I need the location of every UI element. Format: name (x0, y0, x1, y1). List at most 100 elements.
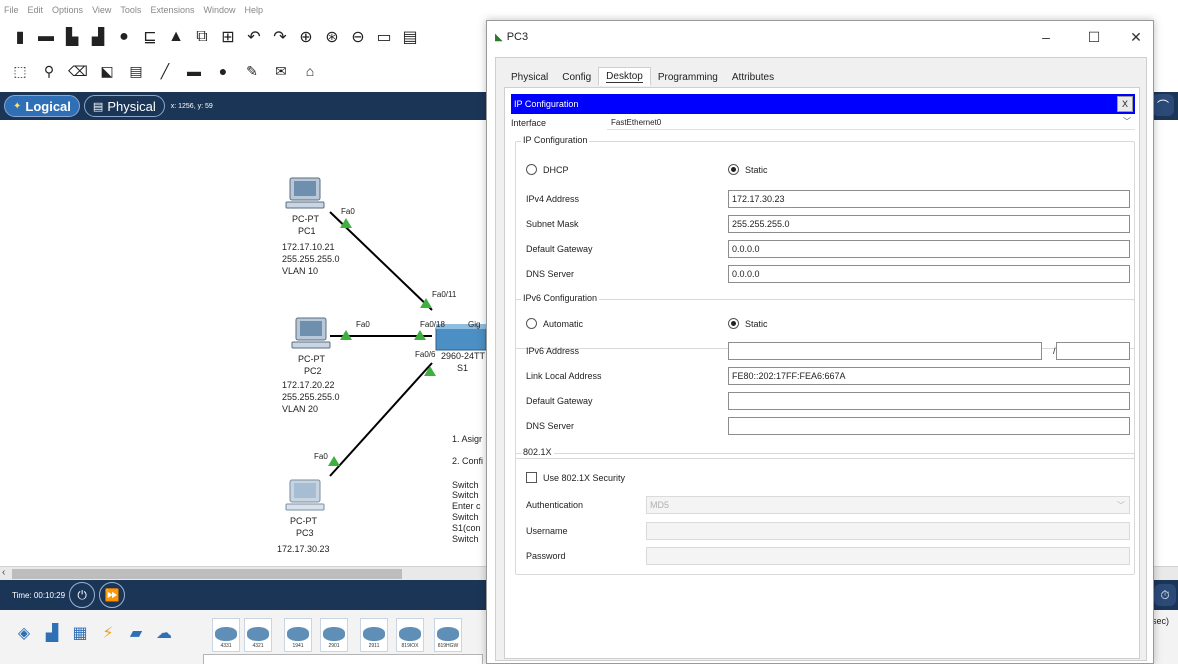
close-icon[interactable]: ✕ (1119, 25, 1153, 49)
delete-icon[interactable]: ⌫ (68, 61, 88, 81)
drawing-palette-icon[interactable]: ▭ (374, 27, 394, 47)
scrollbar-thumb[interactable] (12, 569, 402, 579)
place-note-icon[interactable]: ▤ (126, 61, 146, 81)
connections-icon[interactable]: ⚡ (96, 622, 120, 644)
ipv4-default-gateway-field[interactable]: 0.0.0.0 (728, 240, 1130, 258)
menu-tools[interactable]: Tools (120, 5, 141, 15)
menu-view[interactable]: View (92, 5, 111, 15)
router-model-2901[interactable]: 2901 (320, 618, 348, 652)
menu-window[interactable]: Window (203, 5, 235, 15)
ipv6-prefix-length-field[interactable] (1056, 342, 1130, 360)
ipv4-address-field[interactable]: 172.17.30.23 (728, 190, 1130, 208)
menu-options[interactable]: Options (52, 5, 83, 15)
pc2-mask-note: 255.255.255.0 (282, 392, 340, 402)
print-icon[interactable]: ▟ (88, 27, 108, 47)
interface-select[interactable]: FastEthernet0 ﹀ (607, 116, 1135, 130)
open-folder-icon[interactable]: ▬ (36, 27, 56, 47)
ipv4-static-radio[interactable]: Static (728, 164, 768, 175)
ipv6-automatic-radio[interactable]: Automatic (526, 318, 583, 329)
authentication-label: Authentication (526, 500, 584, 510)
authentication-select[interactable]: MD5 ﹀ (646, 496, 1130, 514)
end-devices-icon[interactable]: ▟ (40, 622, 64, 644)
router-model-4331[interactable]: 4331 (212, 618, 240, 652)
redo-icon[interactable]: ↷ (270, 27, 290, 47)
ipv6-static-radio[interactable]: Static (728, 318, 768, 329)
window-titlebar[interactable]: ◣ PC3 – ☐ ✕ (487, 21, 1153, 53)
pc3-ip-note: 172.17.30.23 (277, 544, 330, 554)
common-tools-bar: ⬚ ⚲ ⌫ ⬕ ▤ ╱ ▬ ● ✎ ✉ ⌂ (0, 56, 320, 86)
undo-icon[interactable]: ↶ (244, 27, 264, 47)
tab-programming[interactable]: Programming (650, 69, 725, 86)
instruction-note-line: Switch (452, 480, 479, 490)
minimize-icon[interactable]: – (1029, 25, 1063, 49)
save-icon[interactable]: ▙ (62, 27, 82, 47)
draw-rectangle-icon[interactable]: ▬ (184, 61, 204, 81)
ipv6-address-field[interactable] (728, 342, 1042, 360)
ipv4-dns-server-label: DNS Server (526, 269, 575, 279)
router-model-2911[interactable]: 2911 (360, 618, 388, 652)
inspect-icon[interactable]: ⚲ (39, 61, 59, 81)
pc3-device-icon (285, 479, 325, 511)
password-field[interactable] (646, 547, 1130, 565)
zoom-in-icon[interactable]: ⊕ (296, 27, 316, 47)
tab-config[interactable]: Config (555, 69, 599, 86)
pc2-type-label: PC-PT (298, 354, 325, 364)
tab-logical[interactable]: ✦ Logical (4, 95, 80, 117)
router-model-819iox[interactable]: 819IOX (396, 618, 424, 652)
tab-physical[interactable]: ▤ Physical (83, 95, 165, 117)
ipv4-dns-server-field[interactable]: 0.0.0.0 (728, 265, 1130, 283)
tab-desktop[interactable]: Desktop (598, 67, 651, 86)
link-local-address-field[interactable]: FE80::202:17FF:FEA6:667A (728, 367, 1130, 385)
draw-line-icon[interactable]: ╱ (155, 61, 175, 81)
interface-label: Interface (511, 118, 547, 128)
zoom-reset-icon[interactable]: ⊛ (322, 27, 342, 47)
draw-ellipse-icon[interactable]: ● (213, 61, 233, 81)
add-complex-pdu-icon[interactable]: ⌂ (300, 61, 320, 81)
username-field[interactable] (646, 522, 1130, 540)
menu-extensions[interactable]: Extensions (150, 5, 194, 15)
pc1-type-label: PC-PT (292, 214, 319, 224)
tab-attributes[interactable]: Attributes (724, 69, 782, 86)
tab-physical-device[interactable]: Physical (504, 69, 556, 86)
components-icon[interactable]: ▦ (68, 622, 92, 644)
ip-configuration-close-button[interactable]: X (1117, 96, 1133, 112)
freeform-icon[interactable]: ✎ (242, 61, 262, 81)
network-devices-icon[interactable]: ◈ (12, 622, 36, 644)
new-file-icon[interactable]: ▮ (10, 27, 30, 47)
router-model-819hgw[interactable]: 819HGW (434, 618, 462, 652)
multiuser-icon[interactable]: ☁ (152, 622, 176, 644)
power-cycle-devices-icon[interactable]: ⏻ (69, 582, 96, 608)
dhcp-radio[interactable]: DHCP (526, 164, 569, 175)
fast-forward-time-icon[interactable]: ⏩ (99, 582, 126, 608)
use-8021x-security-checkbox[interactable]: Use 802.1X Security (526, 472, 625, 483)
zoom-out-icon[interactable]: ⊖ (348, 27, 368, 47)
viewport-icon[interactable]: ⌒ (1152, 94, 1174, 116)
select-icon[interactable]: ⬚ (10, 61, 30, 81)
window-title: PC3 (506, 31, 529, 43)
scroll-left-arrow-icon[interactable]: ‹ (2, 567, 5, 578)
add-simple-pdu-icon[interactable]: ✉ (271, 61, 291, 81)
instruction-note-line: S1(con (452, 523, 481, 533)
device-search-box[interactable] (203, 654, 483, 664)
custom-device-dialog-icon[interactable]: ▤ (400, 27, 420, 47)
network-info-icon[interactable]: ⊑ (140, 27, 160, 47)
resize-icon[interactable]: ⬕ (97, 61, 117, 81)
realtime-mode-icon[interactable]: ⏱ (1154, 584, 1176, 606)
pc2-ip-note: 172.17.20.22 (282, 380, 335, 390)
custom-device-icon[interactable]: ▲ (166, 27, 186, 47)
ipv6-default-gateway-field[interactable] (728, 392, 1130, 410)
ipv6-dns-server-field[interactable] (728, 417, 1130, 435)
miscellaneous-icon[interactable]: ▰ (124, 622, 148, 644)
tab-physical-label: Physical (107, 98, 156, 114)
subnet-mask-field[interactable]: 255.255.255.0 (728, 215, 1130, 233)
activity-wizard-icon[interactable]: ● (114, 27, 134, 47)
router-model-4321[interactable]: 4321 (244, 618, 272, 652)
copy-icon[interactable]: ⧉ (192, 27, 212, 47)
menu-edit[interactable]: Edit (28, 5, 44, 15)
menu-file[interactable]: File (4, 5, 19, 15)
maximize-icon[interactable]: ☐ (1077, 25, 1111, 49)
router-model-1941[interactable]: 1941 (284, 618, 312, 652)
instruction-note-line: Switch (452, 512, 479, 522)
paste-icon[interactable]: ⊞ (218, 27, 238, 47)
menu-help[interactable]: Help (244, 5, 263, 15)
